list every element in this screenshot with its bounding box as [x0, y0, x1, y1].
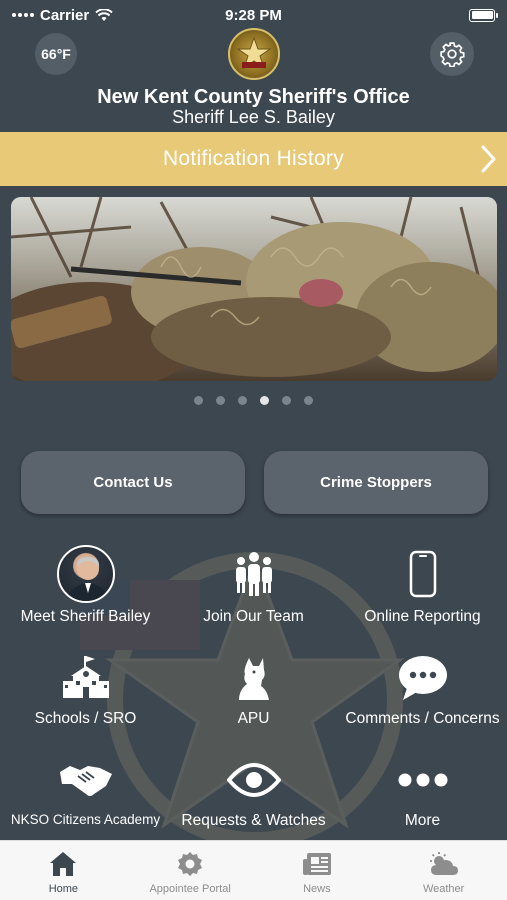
- signal-icon: [12, 13, 34, 17]
- meet-sheriff-label: Meet Sheriff Bailey: [20, 608, 151, 625]
- handshake-icon: [59, 766, 112, 796]
- status-left: Carrier: [12, 7, 113, 24]
- carrier-label: Carrier: [40, 6, 90, 24]
- tab-news[interactable]: News: [254, 841, 381, 900]
- newspaper-icon: [302, 853, 331, 875]
- carousel-image[interactable]: [11, 197, 497, 381]
- settings-button[interactable]: [430, 32, 474, 76]
- tab-home[interactable]: Home: [0, 841, 127, 900]
- join-our-team-item[interactable]: Join Our Team: [169, 544, 338, 626]
- camouflage-photo: [11, 197, 497, 381]
- header: 66°F New Kent County Sheriff's Office Sh…: [0, 28, 507, 132]
- schools-sro-item[interactable]: Schools / SRO: [1, 650, 170, 728]
- more-item[interactable]: More: [338, 752, 507, 830]
- notification-history-bar[interactable]: Notification History: [0, 132, 507, 186]
- weather-icon: [429, 852, 458, 875]
- people-group-icon: [235, 552, 272, 596]
- status-bar: Carrier 9:28 PM: [0, 0, 507, 30]
- page-dot[interactable]: [304, 396, 313, 405]
- page-dot[interactable]: [238, 396, 247, 405]
- tab-weather-label: Weather: [422, 883, 465, 895]
- agency-name: New Kent County Sheriff's Office: [97, 86, 410, 108]
- chevron-right-icon: [481, 145, 496, 173]
- crime-stoppers-button[interactable]: Crime Stoppers: [264, 451, 488, 514]
- join-our-team-label: Join Our Team: [203, 608, 304, 625]
- sheriff-name: Sheriff Lee S. Bailey: [172, 107, 335, 127]
- page-dot[interactable]: [216, 396, 225, 405]
- citizens-academy-item[interactable]: NKSO Citizens Academy: [1, 752, 170, 827]
- sheriff-badge-logo: [228, 28, 280, 80]
- tab-weather[interactable]: Weather: [380, 841, 507, 900]
- gear-badge-icon: [178, 852, 203, 876]
- eye-icon: [226, 763, 281, 797]
- temperature-label: 66°F: [41, 46, 71, 62]
- requests-watches-label: Requests & Watches: [181, 812, 326, 829]
- school-icon: [62, 656, 109, 698]
- phone-icon: [409, 550, 436, 598]
- crime-stoppers-label: Crime Stoppers: [320, 474, 432, 491]
- citizens-academy-label: NKSO Citizens Academy: [10, 812, 161, 827]
- comments-concerns-item[interactable]: Comments / Concerns: [338, 650, 507, 728]
- status-time: 9:28 PM: [225, 6, 282, 24]
- tab-appointee-portal[interactable]: Appointee Portal: [127, 841, 254, 900]
- tab-home-label: Home: [48, 883, 79, 895]
- dog-icon: [238, 658, 269, 700]
- carousel-page-indicator[interactable]: [0, 396, 507, 405]
- page-dot[interactable]: [282, 396, 291, 405]
- tab-news-label: News: [303, 883, 331, 895]
- online-reporting-item[interactable]: Online Reporting: [338, 544, 507, 626]
- gear-icon: [440, 42, 465, 67]
- contact-us-label: Contact Us: [93, 474, 173, 491]
- wifi-icon: [95, 8, 113, 21]
- contact-us-button[interactable]: Contact Us: [21, 451, 245, 514]
- notification-history-label: Notification History: [162, 147, 345, 170]
- more-icon: [398, 773, 447, 787]
- meet-sheriff-item[interactable]: Meet Sheriff Bailey: [1, 544, 170, 626]
- online-reporting-label: Online Reporting: [364, 608, 481, 625]
- more-label: More: [404, 812, 441, 829]
- page-dot-active[interactable]: [260, 396, 269, 405]
- schools-sro-label: Schools / SRO: [34, 710, 137, 727]
- battery-icon: [469, 8, 498, 22]
- page-dot[interactable]: [194, 396, 203, 405]
- chat-bubble-icon: [398, 656, 447, 700]
- tab-appointee-portal-label: Appointee Portal: [149, 883, 231, 895]
- temperature-badge[interactable]: 66°F: [35, 33, 77, 75]
- comments-concerns-label: Comments / Concerns: [345, 710, 500, 727]
- home-icon: [50, 852, 77, 876]
- apu-label: APU: [237, 710, 270, 727]
- requests-watches-item[interactable]: Requests & Watches: [169, 752, 338, 830]
- apu-item[interactable]: APU: [169, 650, 338, 728]
- tab-bar: Home Appointee Portal News Weather: [0, 840, 507, 900]
- sheriff-avatar: [56, 545, 115, 603]
